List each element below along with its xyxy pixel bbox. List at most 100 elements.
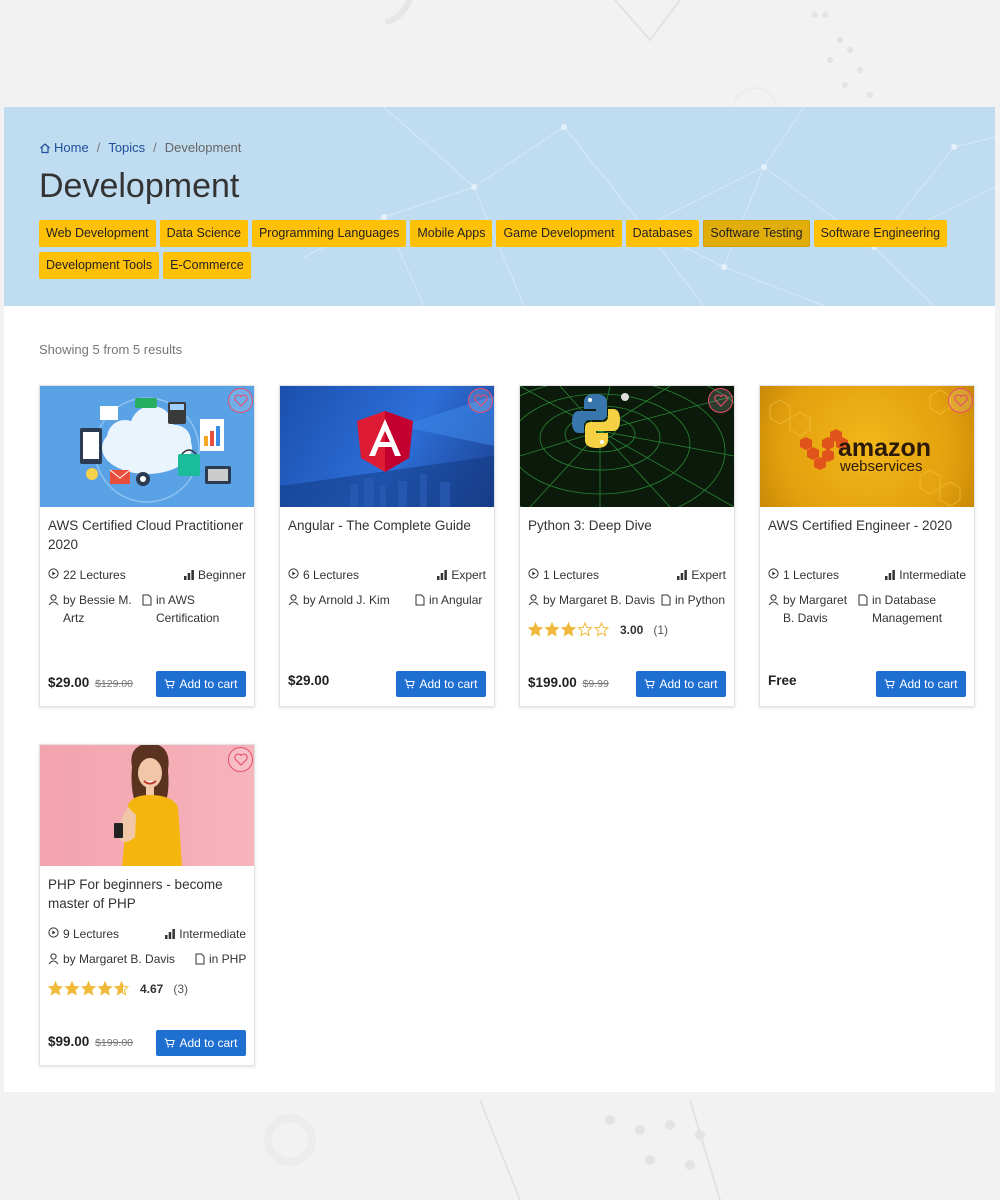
play-circle-icon	[48, 568, 59, 579]
course-topic[interactable]: in Angular	[429, 591, 482, 609]
lecture-count: 1 Lectures	[783, 568, 840, 582]
user-icon	[48, 594, 59, 606]
lecture-count: 6 Lectures	[303, 568, 360, 582]
breadcrumb: Home / Topics / Development	[39, 140, 241, 155]
breadcrumb-topics-link[interactable]: Topics	[108, 140, 145, 155]
course-level: Expert	[451, 568, 486, 582]
course-level: Intermediate	[899, 568, 966, 582]
course-price: $99.00 $199.00	[48, 1034, 133, 1049]
level-bars-icon	[183, 570, 194, 580]
course-title[interactable]: AWS Certified Cloud Practitioner 2020	[48, 516, 248, 554]
course-price: Free	[768, 673, 797, 688]
course-card[interactable]: amazon webservices AWS Certified Enginee…	[759, 385, 975, 707]
cart-icon	[644, 679, 656, 689]
amazon-web-services-logo-icon: amazon webservices	[769, 389, 961, 507]
course-author[interactable]: by Margaret B. Davis	[63, 950, 175, 968]
level-bars-icon	[437, 570, 448, 580]
course-author[interactable]: by Bessie M. Artz	[63, 591, 138, 627]
course-card[interactable]: AWS Certified Cloud Practitioner 2020 22…	[39, 385, 255, 707]
course-price: $29.00	[288, 673, 329, 688]
add-to-cart-label: Add to cart	[179, 677, 238, 691]
play-circle-icon	[528, 568, 539, 579]
course-rating: 3.00 (1)	[528, 622, 668, 637]
course-thumbnail[interactable]: amazon webservices	[760, 386, 974, 507]
add-to-cart-button[interactable]: Add to cart	[396, 671, 486, 697]
course-level: Beginner	[197, 568, 246, 582]
course-card[interactable]: Python 3: Deep Dive 1 Lectures Expert by…	[519, 385, 735, 707]
add-to-cart-button[interactable]: Add to cart	[156, 671, 246, 697]
course-author[interactable]: by Arnold J. Kim	[303, 591, 390, 609]
angular-logo-icon	[280, 396, 494, 507]
course-level: Intermediate	[179, 927, 246, 941]
cart-icon	[404, 679, 416, 689]
play-circle-icon	[288, 568, 299, 579]
course-thumbnail[interactable]	[40, 386, 254, 507]
breadcrumb-home-link[interactable]: Home	[39, 140, 89, 155]
lecture-count: 1 Lectures	[543, 568, 600, 582]
content-panel: Home / Topics / Development Development …	[4, 107, 995, 1092]
heart-icon	[953, 394, 968, 407]
woman-with-phone-photo-icon	[114, 745, 182, 866]
course-thumbnail[interactable]	[520, 386, 734, 507]
course-title[interactable]: PHP For beginners - become master of PHP	[48, 875, 248, 913]
wishlist-button[interactable]	[228, 747, 253, 772]
rating-count: (3)	[173, 981, 189, 996]
tag-data-science[interactable]: Data Science	[159, 220, 248, 247]
wishlist-button[interactable]	[948, 388, 973, 413]
add-to-cart-button[interactable]: Add to cart	[636, 671, 726, 697]
document-icon	[415, 594, 425, 606]
cart-icon	[164, 679, 176, 689]
rating-count: (1)	[653, 622, 669, 637]
tag-software-engineering[interactable]: Software Engineering	[813, 220, 948, 247]
course-price: $199.00 $9.99	[528, 675, 609, 690]
course-card[interactable]: PHP For beginners - become master of PHP…	[39, 744, 255, 1066]
tag-game-development[interactable]: Game Development	[496, 220, 622, 247]
course-title[interactable]: Python 3: Deep Dive	[528, 516, 728, 535]
user-icon	[288, 594, 299, 606]
course-topic[interactable]: in AWS Certification	[156, 591, 248, 627]
results-count: Showing 5 from 5 results	[39, 342, 183, 357]
course-author[interactable]: by Margaret B. Davis	[783, 591, 854, 627]
heart-icon	[233, 753, 248, 766]
course-card[interactable]: Angular - The Complete Guide 6 Lectures …	[279, 385, 495, 707]
cart-icon	[884, 679, 896, 689]
hero-banner: Home / Topics / Development Development …	[4, 107, 995, 306]
course-title[interactable]: Angular - The Complete Guide	[288, 516, 488, 535]
tag-software-testing[interactable]: Software Testing	[703, 220, 810, 247]
course-topic[interactable]: in Database Management	[872, 591, 970, 627]
tag-web-development[interactable]: Web Development	[39, 220, 156, 247]
wishlist-button[interactable]	[228, 388, 253, 413]
breadcrumb-current: Development	[164, 140, 242, 155]
tag-mobile-apps[interactable]: Mobile Apps	[410, 220, 493, 247]
wishlist-button[interactable]	[708, 388, 733, 413]
course-thumbnail[interactable]	[280, 386, 494, 507]
tag-development-tools[interactable]: Development Tools	[39, 252, 160, 279]
home-icon	[40, 142, 50, 153]
tag-e-commerce[interactable]: E-Commerce	[163, 252, 251, 279]
tag-databases[interactable]: Databases	[625, 220, 700, 247]
course-title[interactable]: AWS Certified Engineer - 2020	[768, 516, 968, 535]
current-price: $29.00	[48, 675, 90, 690]
level-bars-icon	[885, 570, 896, 580]
python-logo-icon	[520, 386, 734, 507]
user-icon	[528, 594, 539, 606]
course-topic[interactable]: in PHP	[209, 950, 246, 968]
course-thumbnail[interactable]	[40, 745, 254, 866]
rating-value: 3.00	[620, 622, 644, 637]
add-to-cart-button[interactable]: Add to cart	[156, 1030, 246, 1056]
breadcrumb-home-label: Home	[54, 140, 89, 155]
add-to-cart-button[interactable]: Add to cart	[876, 671, 966, 697]
course-topic[interactable]: in Python	[675, 591, 725, 609]
document-icon	[142, 594, 152, 606]
play-circle-icon	[768, 568, 779, 579]
tag-programming-languages[interactable]: Programming Languages	[251, 220, 407, 247]
topic-tags: Web Development Data Science Programming…	[39, 220, 969, 279]
add-to-cart-label: Add to cart	[179, 1036, 238, 1050]
star-rating-icon	[48, 981, 130, 996]
course-author[interactable]: by Margaret B. Davis	[543, 591, 655, 609]
level-bars-icon	[165, 929, 176, 939]
wishlist-button[interactable]	[468, 388, 493, 413]
breadcrumb-separator: /	[96, 140, 101, 155]
star-rating-icon	[528, 622, 610, 637]
original-price: $129.00	[95, 678, 134, 690]
